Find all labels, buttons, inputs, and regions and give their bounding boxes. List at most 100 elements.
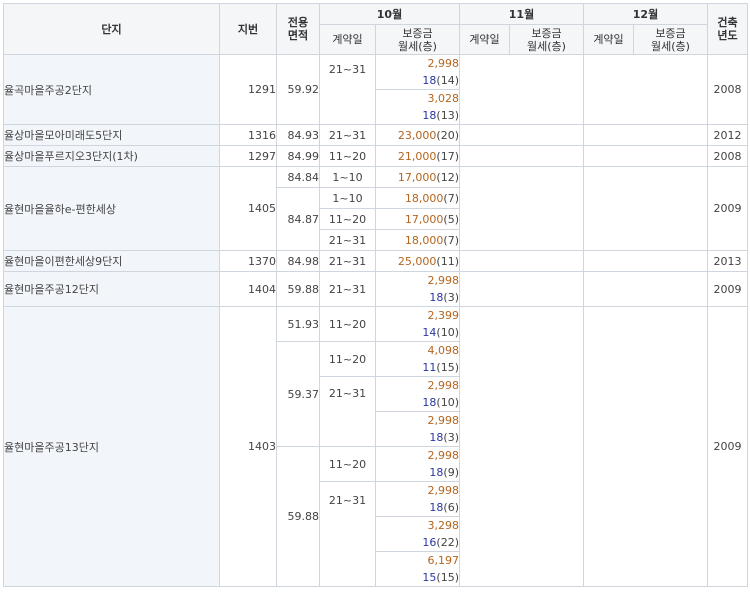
deposit-value: 21,000 — [397, 149, 437, 163]
empty-month-11 — [459, 271, 584, 307]
contract-date: 11~20 — [319, 446, 376, 482]
empty-month-11 — [459, 54, 584, 125]
empty-month-11 — [459, 166, 584, 251]
deposit-rent-cell: 23,000(20) — [375, 124, 460, 146]
complex-name: 율상마을푸르지오3단지(1차) — [3, 145, 220, 167]
built-year: 2009 — [707, 166, 748, 251]
deposit-value: 4,098 — [427, 344, 460, 357]
header-month-10: 10월 — [319, 3, 460, 25]
floor-value: (10) — [436, 396, 459, 409]
rent-value: 18 — [422, 109, 437, 122]
deposit-rent-cell: 2,399 14(10) — [375, 306, 460, 342]
header-built-year: 건축 년도 — [707, 3, 748, 55]
area-value: 51.93 — [276, 306, 320, 342]
floor-value: (7) — [443, 191, 459, 205]
empty-month-12 — [583, 271, 708, 307]
complex-name: 율상마을모아미래도5단지 — [3, 124, 220, 146]
deposit-value: 3,028 — [427, 92, 460, 105]
floor-value: (13) — [436, 109, 459, 122]
contract-date: 1~10 — [319, 166, 376, 188]
contract-date: 21~31 — [319, 229, 376, 251]
table-row: 율현마을율하e-편한세상 1405 84.84 1~10 17,000(12) … — [3, 166, 748, 251]
deposit-rent-cell: 2,998 18(6) — [375, 481, 460, 517]
area-value: 59.88 — [276, 446, 320, 587]
built-year: 2008 — [707, 145, 748, 167]
header-month-12: 12월 — [583, 3, 708, 25]
deposit-rent-cell: 18,000(7) — [375, 187, 460, 209]
header-row-top: 단지 지번 전용 면적 10월 11월 12월 건축 년도 — [3, 3, 748, 55]
floor-value: (3) — [443, 291, 459, 304]
deposit-rent-cell: 17,000(5) — [375, 208, 460, 230]
complex-name: 율현마을율하e-편한세상 — [3, 166, 220, 251]
deposit-value: 2,399 — [427, 309, 460, 322]
deposit-value: 2,998 — [427, 57, 460, 70]
contract-date: 21~31 — [319, 271, 376, 307]
header-contract-date-11: 계약일 — [459, 24, 510, 55]
lot-number: 1404 — [219, 271, 277, 307]
rent-transaction-table: 단지 지번 전용 면적 10월 11월 12월 건축 년도 계약일 보증금 월세… — [3, 3, 748, 587]
deposit-value: 25,000 — [397, 254, 437, 268]
empty-month-12 — [583, 54, 708, 125]
deposit-rent-cell: 6,197 15(15) — [375, 551, 460, 587]
contract-date: 21~31 — [319, 250, 376, 272]
floor-value: (9) — [443, 466, 459, 479]
area-value: 84.93 — [276, 124, 320, 146]
complex-name: 율현마을이편한세상9단지 — [3, 250, 220, 272]
area-value: 59.92 — [276, 54, 320, 125]
deposit-rent-cell: 3,298 16(22) — [375, 516, 460, 552]
header-deposit-rent-11: 보증금 월세(층) — [509, 24, 584, 55]
area-value: 84.98 — [276, 250, 320, 272]
rent-value: 18 — [429, 431, 444, 444]
table-row: 율현마을이편한세상9단지 1370 84.98 21~31 25,000(11)… — [3, 250, 748, 272]
area-value: 84.87 — [276, 187, 320, 251]
floor-value: (11) — [436, 254, 459, 268]
deposit-rent-cell: 3,028 18(13) — [375, 89, 460, 125]
floor-value: (5) — [443, 212, 459, 226]
deposit-value: 2,998 — [427, 379, 460, 392]
lot-number: 1405 — [219, 166, 277, 251]
complex-name: 율현마을주공13단지 — [3, 306, 220, 587]
complex-name: 율곡마을주공2단지 — [3, 54, 220, 125]
deposit-rent-cell: 2,998 18(3) — [375, 411, 460, 447]
built-year: 2009 — [707, 271, 748, 307]
deposit-rent-cell: 2,998 18(10) — [375, 376, 460, 412]
contract-date: 11~20 — [319, 306, 376, 342]
contract-date: 21~31 — [319, 481, 376, 587]
lot-number: 1403 — [219, 306, 277, 587]
contract-date: 21~31 — [319, 124, 376, 146]
area-value: 84.84 — [276, 166, 320, 188]
floor-value: (22) — [436, 536, 459, 549]
header-complex: 단지 — [3, 3, 220, 55]
deposit-rent-cell: 21,000(17) — [375, 145, 460, 167]
area-value: 59.88 — [276, 271, 320, 307]
deposit-rent-cell: 2,998 18(14) — [375, 54, 460, 90]
empty-month-12 — [583, 306, 708, 587]
floor-value: (10) — [436, 326, 459, 339]
area-value: 59.37 — [276, 341, 320, 447]
deposit-value: 18,000 — [404, 233, 444, 247]
deposit-value: 6,197 — [427, 554, 460, 567]
header-month-11: 11월 — [459, 3, 584, 25]
floor-value: (7) — [443, 233, 459, 247]
deposit-value: 23,000 — [397, 128, 437, 142]
header-contract-date-12: 계약일 — [583, 24, 634, 55]
table-row: 율상마을푸르지오3단지(1차) 1297 84.99 11~20 21,000(… — [3, 145, 748, 167]
lot-number: 1370 — [219, 250, 277, 272]
deposit-value: 17,000 — [404, 212, 444, 226]
empty-month-11 — [459, 124, 584, 146]
rent-value: 18 — [429, 501, 444, 514]
deposit-value: 2,998 — [427, 484, 460, 497]
empty-month-12 — [583, 166, 708, 251]
rent-value: 11 — [422, 361, 437, 374]
built-year: 2008 — [707, 54, 748, 125]
deposit-rent-cell: 2,998 18(3) — [375, 271, 460, 307]
contract-date: 11~20 — [319, 341, 376, 377]
built-year: 2009 — [707, 306, 748, 587]
contract-date: 11~20 — [319, 208, 376, 230]
empty-month-11 — [459, 250, 584, 272]
header-deposit-rent-12: 보증금 월세(층) — [633, 24, 708, 55]
contract-date: 21~31 — [319, 376, 376, 447]
header-area: 전용 면적 — [276, 3, 320, 55]
lot-number: 1297 — [219, 145, 277, 167]
rent-value: 16 — [422, 536, 437, 549]
